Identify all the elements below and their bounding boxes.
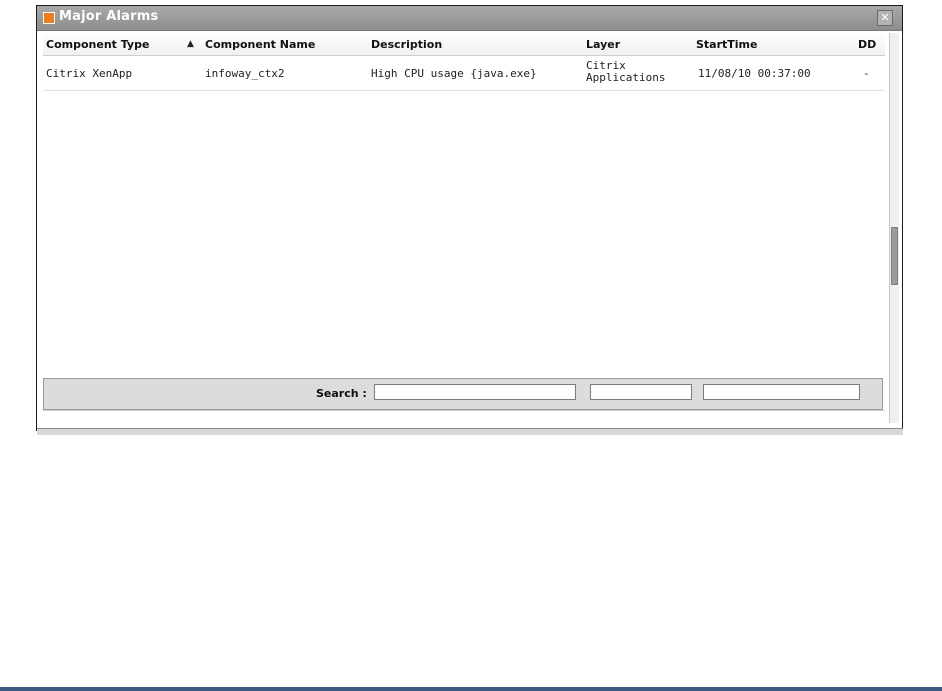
background-strip — [37, 428, 903, 435]
cell-layer: Citrix Applications — [586, 59, 666, 84]
major-alarms-window: Major Alarms ✕ Component Type ▲ Componen… — [36, 5, 903, 431]
search-input-description[interactable] — [374, 384, 576, 400]
column-header-dd[interactable]: DD — [858, 38, 876, 51]
search-bar: Search : — [43, 378, 883, 410]
search-label: Search : — [316, 387, 367, 400]
column-header-starttime[interactable]: StartTime — [696, 38, 757, 51]
sort-ascending-icon[interactable]: ▲ — [187, 39, 194, 49]
window-title: Major Alarms — [59, 9, 159, 24]
table-header: Component Type ▲ Component Name Descript… — [43, 33, 885, 56]
orange-square-icon — [43, 12, 55, 24]
search-input-layer[interactable] — [590, 384, 692, 400]
column-header-layer[interactable]: Layer — [586, 38, 620, 51]
column-header-description[interactable]: Description — [371, 38, 442, 51]
page-bottom-rule — [0, 687, 942, 691]
column-header-component-name[interactable]: Component Name — [205, 38, 315, 51]
cell-description: High CPU usage {java.exe} — [371, 67, 537, 80]
cell-component-type: Citrix XenApp — [46, 67, 133, 80]
column-header-component-type[interactable]: Component Type — [46, 38, 149, 51]
table-row[interactable]: Citrix XenApp infoway_ctx2 High CPU usag… — [43, 56, 885, 91]
title-bar[interactable]: Major Alarms ✕ — [37, 6, 902, 31]
vertical-scrollbar[interactable] — [889, 33, 899, 423]
cell-dd: - — [863, 67, 870, 80]
cell-starttime: 11/08/10 00:37:00 — [698, 67, 811, 80]
close-icon[interactable]: ✕ — [877, 10, 893, 26]
scrollbar-thumb[interactable] — [891, 227, 898, 285]
cell-component-name: infoway_ctx2 — [205, 67, 285, 80]
alarms-grid: Component Type ▲ Component Name Descript… — [43, 33, 885, 378]
search-input-starttime[interactable] — [703, 384, 860, 400]
grid-footer — [43, 410, 885, 421]
